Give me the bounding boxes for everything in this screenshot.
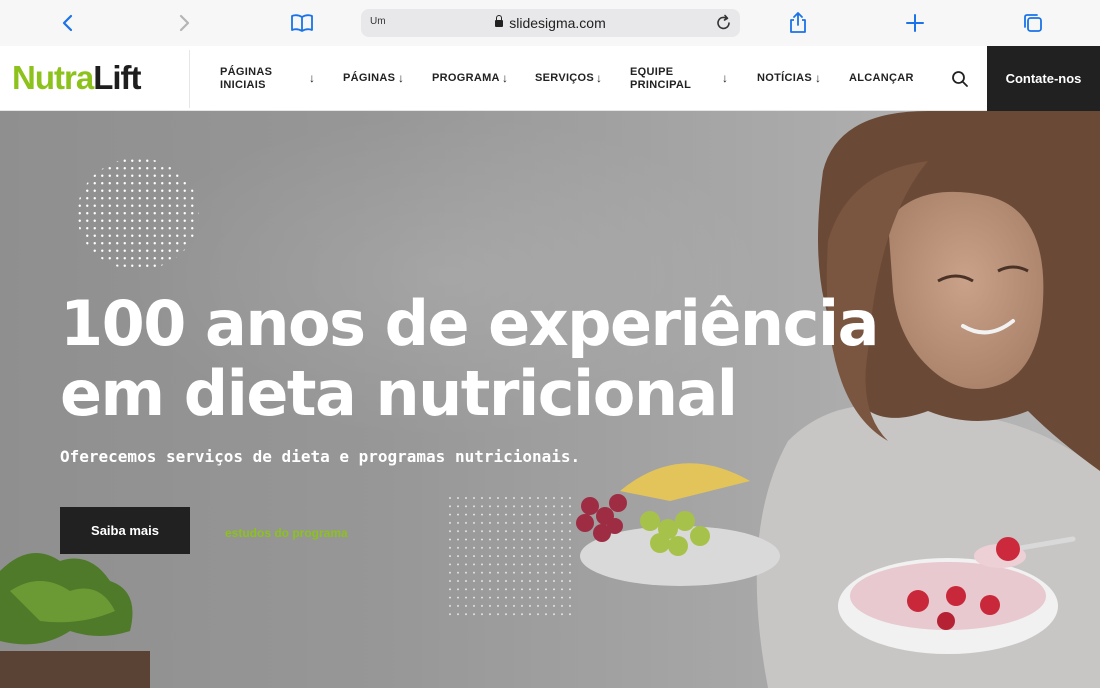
back-icon[interactable] xyxy=(54,9,82,37)
logo-divider xyxy=(189,50,190,108)
contact-button[interactable]: Contate-nos xyxy=(987,46,1100,111)
nav-item-servicos[interactable]: SERVIÇOS ↓ xyxy=(535,46,607,111)
nutralift-logo[interactable]: NutraLift xyxy=(12,60,142,96)
hero-subtitle: Oferecemos serviços de dieta e programas… xyxy=(60,447,581,466)
learn-more-button[interactable]: Saiba mais xyxy=(60,507,190,554)
dot-pattern-circle xyxy=(77,158,199,270)
site-header: NutraLift PÁGINAS INICIAIS ↓ PÁGINAS ↓ P… xyxy=(0,46,1100,111)
dot-pattern-grid xyxy=(448,496,574,621)
arrow-down-icon: ↓ xyxy=(309,71,316,85)
arrow-down-icon: ↓ xyxy=(815,71,822,85)
program-studies-link[interactable]: estudos do programa xyxy=(225,526,348,540)
fruit-bowl-image xyxy=(576,463,780,586)
arrow-down-icon: ↓ xyxy=(722,71,729,85)
lock-icon xyxy=(495,15,504,29)
nav-item-paginas-iniciais[interactable]: PÁGINAS INICIAIS ↓ xyxy=(220,46,320,111)
nav-item-equipe-principal[interactable]: EQUIPE PRINCIPAL ↓ xyxy=(630,46,736,111)
tabs-icon[interactable] xyxy=(1019,9,1047,37)
hero-section: 100 anos de experiência em dieta nutrici… xyxy=(0,111,1100,688)
bookmarks-icon[interactable] xyxy=(288,9,316,37)
browser-toolbar: Um slidesigma.com xyxy=(0,0,1100,46)
forward-icon[interactable] xyxy=(170,9,198,37)
lettuce-image xyxy=(0,553,150,688)
new-tab-icon[interactable] xyxy=(901,9,929,37)
address-bar[interactable]: Um slidesigma.com xyxy=(361,9,740,37)
nav-item-paginas[interactable]: PÁGINAS ↓ xyxy=(343,46,413,111)
hero-title: 100 anos de experiência em dieta nutrici… xyxy=(60,287,879,430)
url-domain: slidesigma.com xyxy=(509,15,606,31)
reload-icon[interactable] xyxy=(714,13,734,33)
arrow-down-icon: ↓ xyxy=(596,71,603,85)
arrow-down-icon: ↓ xyxy=(398,71,405,85)
nav-item-alcancar[interactable]: ALCANÇAR xyxy=(849,46,919,111)
share-icon[interactable] xyxy=(784,9,812,37)
search-icon[interactable] xyxy=(951,70,969,88)
nav-item-programa[interactable]: PROGRAMA ↓ xyxy=(432,46,516,111)
nav-item-noticias[interactable]: NOTÍCIAS ↓ xyxy=(757,46,827,111)
arrow-down-icon: ↓ xyxy=(502,71,509,85)
